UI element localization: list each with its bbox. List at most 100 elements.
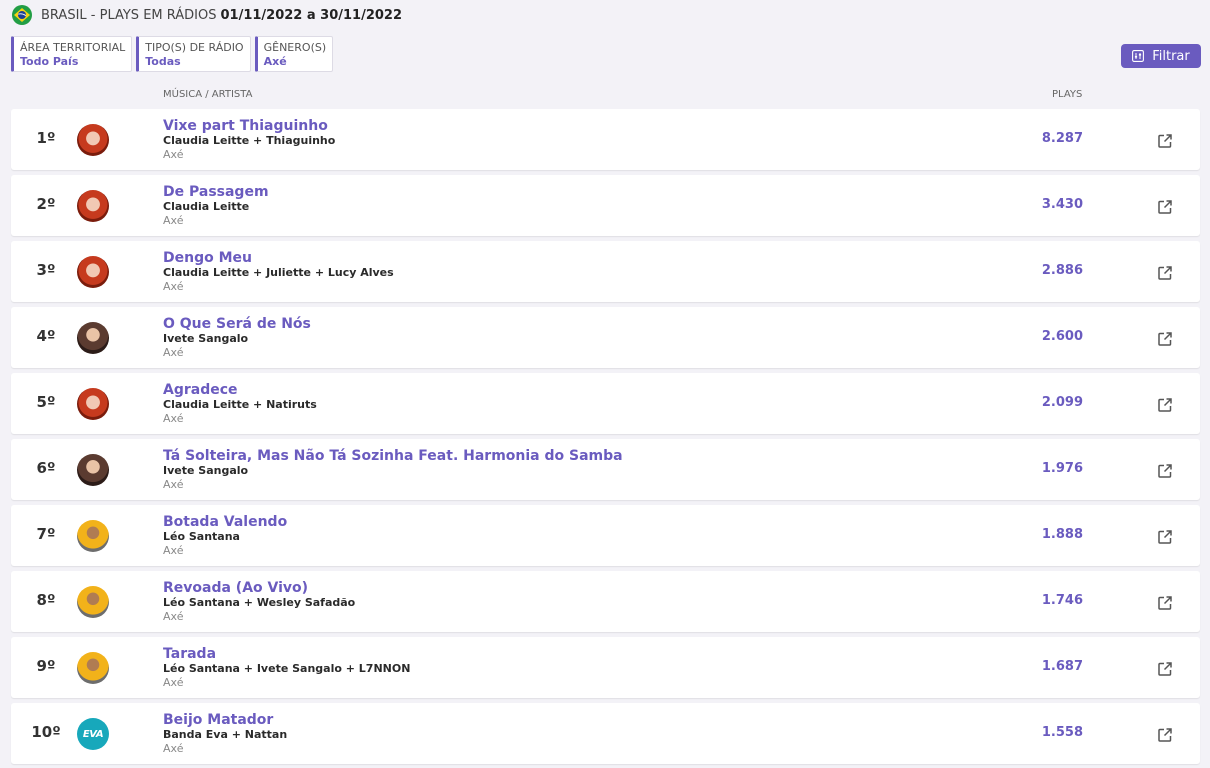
- artist-avatar: EVA: [77, 718, 109, 750]
- artist-name: Claudia Leitte + Juliette + Lucy Alves: [163, 266, 394, 279]
- external-link-icon[interactable]: [1157, 265, 1173, 281]
- page-period: 01/11/2022 a 30/11/2022: [220, 7, 403, 23]
- rank-number: 7º: [36, 525, 56, 543]
- external-link-icon[interactable]: [1157, 199, 1173, 215]
- artist-name: Ivete Sangalo: [163, 332, 249, 345]
- filter-chip-label: ÁREA TERRITORIAL: [20, 41, 126, 54]
- table-row: 10º EVA Beijo Matador Banda Eva + Nattan Axé…: [11, 703, 1200, 764]
- genre-label: Axé: [163, 346, 184, 359]
- plays-count: 2.600: [1041, 329, 1083, 344]
- song-title[interactable]: Botada Valendo: [163, 514, 287, 530]
- filter-button[interactable]: Filtrar: [1121, 44, 1201, 68]
- column-header-plays: PLAYS: [1052, 89, 1083, 100]
- table-row: 1º Vixe part Thiaguinho Claudia Leitte + T…: [11, 109, 1200, 170]
- external-link-icon[interactable]: [1157, 133, 1173, 149]
- filter-button-label: Filtrar: [1152, 48, 1190, 64]
- plays-count: 3.430: [1041, 197, 1083, 212]
- artist-avatar: [77, 586, 109, 618]
- table-row: 4º O Que Será de Nós Ivete Sangalo Axé 2.600: [11, 307, 1200, 368]
- filter-chip-genre[interactable]: GÊNERO(S) Axé: [254, 36, 334, 72]
- artist-name: Léo Santana: [163, 530, 240, 543]
- external-link-icon[interactable]: [1157, 595, 1173, 611]
- filter-chip-label: GÊNERO(S): [263, 41, 327, 54]
- genre-label: Axé: [163, 412, 184, 425]
- external-link-icon[interactable]: [1157, 397, 1173, 413]
- genre-label: Axé: [163, 148, 184, 161]
- song-title[interactable]: O Que Será de Nós: [163, 316, 311, 332]
- rank-number: 10º: [31, 723, 61, 741]
- external-link-icon[interactable]: [1157, 331, 1173, 347]
- table-row: 8º Revoada (Ao Vivo) Léo Santana + Wesley …: [11, 571, 1200, 632]
- genre-label: Axé: [163, 676, 184, 689]
- song-title[interactable]: Vixe part Thiaguinho: [163, 118, 328, 134]
- plays-count: 1.687: [1041, 659, 1083, 674]
- genre-label: Axé: [163, 544, 184, 557]
- artist-avatar: [77, 652, 109, 684]
- filter-chip-value: Todas: [145, 55, 181, 68]
- rank-number: 6º: [36, 459, 56, 477]
- artist-name: Banda Eva + Nattan: [163, 728, 288, 741]
- plays-count: 1.888: [1041, 527, 1083, 542]
- rank-number: 1º: [36, 129, 56, 147]
- artist-avatar: [77, 124, 109, 156]
- external-link-icon[interactable]: [1157, 529, 1173, 545]
- artist-avatar: [77, 454, 109, 486]
- page-header: BRASIL - PLAYS EM RÁDIOS 01/11/2022 a 30…: [12, 5, 403, 25]
- song-title[interactable]: Agradece: [163, 382, 238, 398]
- page-title: BRASIL - PLAYS EM RÁDIOS: [41, 7, 217, 23]
- external-link-icon[interactable]: [1157, 661, 1173, 677]
- table-row: 7º Botada Valendo Léo Santana Axé 1.888: [11, 505, 1200, 566]
- song-title[interactable]: Beijo Matador: [163, 712, 273, 728]
- plays-count: 1.558: [1041, 725, 1083, 740]
- song-title[interactable]: De Passagem: [163, 184, 269, 200]
- artist-avatar: [77, 190, 109, 222]
- rank-number: 3º: [36, 261, 56, 279]
- plays-count: 2.099: [1041, 395, 1083, 410]
- rank-number: 8º: [36, 591, 56, 609]
- genre-label: Axé: [163, 214, 184, 227]
- plays-count: 8.287: [1041, 131, 1083, 146]
- artist-avatar: [77, 388, 109, 420]
- brazil-flag-icon: [12, 5, 32, 25]
- table-row: 5º Agradece Claudia Leitte + Natiruts Axé 2.…: [11, 373, 1200, 434]
- table-row: 6º Tá Solteira, Mas Não Tá Sozinha Feat. …: [11, 439, 1200, 500]
- external-link-icon[interactable]: [1157, 463, 1173, 479]
- artist-name: Claudia Leitte + Natiruts: [163, 398, 317, 411]
- song-title[interactable]: Tarada: [163, 646, 216, 662]
- genre-label: Axé: [163, 478, 184, 491]
- avatar-logo-text: EVA: [82, 728, 104, 740]
- plays-count: 1.976: [1041, 461, 1083, 476]
- artist-name: Léo Santana + Wesley Safadão: [163, 596, 356, 609]
- rank-number: 2º: [36, 195, 56, 213]
- genre-label: Axé: [163, 742, 184, 755]
- filter-chip-value: Axé: [263, 55, 287, 68]
- filter-chip-label: TIPO(S) DE RÁDIO: [145, 41, 244, 54]
- plays-count: 1.746: [1041, 593, 1083, 608]
- plays-count: 2.886: [1041, 263, 1083, 278]
- song-title[interactable]: Dengo Meu: [163, 250, 252, 266]
- column-header-musica: MÚSICA / ARTISTA: [163, 89, 253, 100]
- sliders-icon: [1132, 50, 1145, 62]
- song-title[interactable]: Tá Solteira, Mas Não Tá Sozinha Feat. Ha…: [163, 448, 623, 464]
- filter-chips: ÁREA TERRITORIAL Todo País TIPO(S) DE RÁ…: [11, 36, 334, 72]
- table-row: 2º De Passagem Claudia Leitte Axé 3.430: [11, 175, 1200, 236]
- artist-avatar: [77, 322, 109, 354]
- artist-avatar: [77, 520, 109, 552]
- external-link-icon[interactable]: [1157, 727, 1173, 743]
- rank-number: 9º: [36, 657, 56, 675]
- artist-name: Claudia Leitte + Thiaguinho: [163, 134, 336, 147]
- artist-name: Léo Santana + Ivete Sangalo + L7NNON: [163, 662, 411, 675]
- rank-number: 4º: [36, 327, 56, 345]
- artist-avatar: [77, 256, 109, 288]
- artist-name: Ivete Sangalo: [163, 464, 249, 477]
- table-row: 9º Tarada Léo Santana + Ivete Sangalo + L7…: [11, 637, 1200, 698]
- filter-chip-value: Todo País: [20, 55, 79, 68]
- artist-name: Claudia Leitte: [163, 200, 250, 213]
- filter-chip-radio-type[interactable]: TIPO(S) DE RÁDIO Todas: [136, 36, 251, 72]
- genre-label: Axé: [163, 280, 184, 293]
- rank-number: 5º: [36, 393, 56, 411]
- genre-label: Axé: [163, 610, 184, 623]
- song-title[interactable]: Revoada (Ao Vivo): [163, 580, 308, 596]
- table-row: 3º Dengo Meu Claudia Leitte + Juliette + L…: [11, 241, 1200, 302]
- filter-chip-area[interactable]: ÁREA TERRITORIAL Todo País: [11, 36, 133, 72]
